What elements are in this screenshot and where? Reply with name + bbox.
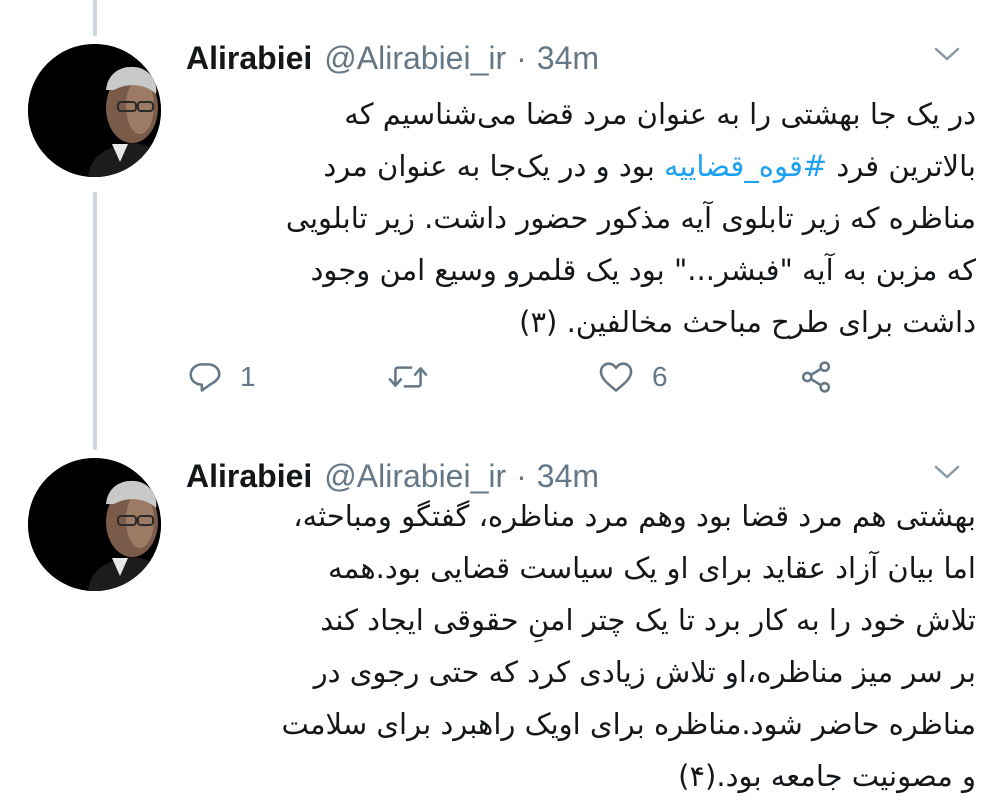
tweet-text-line: که مزبن به آیه "فبشر..." بود یک قلمرو وس… xyxy=(186,244,976,296)
tweet-text-line: و مصونیت جامعه بود.(۴) xyxy=(186,750,976,802)
tweet-text-line: بالاترین فرد #قوه_قضاییه بود و در یک‌جا … xyxy=(186,140,976,192)
share-button[interactable] xyxy=(796,352,852,402)
tweet-text-line: مناظره حاضر شود.مناظره برای اویک راهبرد … xyxy=(186,698,977,750)
tweet-1[interactable]: Alirabiei @Alirabiei_ir · 34m در یک جا ب… xyxy=(0,0,1000,440)
text-segment: اما بیان آزاد عقاید برای او یک سیاست قضا… xyxy=(328,551,976,585)
text-segment: بود و در یک‌جا به عنوان مرد xyxy=(323,149,665,183)
avatar[interactable] xyxy=(28,44,161,177)
like-button[interactable]: 6 xyxy=(596,352,668,402)
text-segment: بالاترین فرد xyxy=(827,149,976,183)
text-segment: بر سر میز مناظره،او تلاش زیادی کرد که حت… xyxy=(313,655,976,689)
tweet-text: در یک جا بهشتی را به عنوان مرد قضا می‌شن… xyxy=(186,88,976,348)
author-name[interactable]: Alirabiei xyxy=(186,38,312,78)
tweet-text-line: در یک جا بهشتی را به عنوان مرد قضا می‌شن… xyxy=(186,88,976,140)
author-handle[interactable]: @Alirabiei_ir xyxy=(324,38,506,78)
timestamp[interactable]: 34m xyxy=(537,38,599,78)
text-segment: مناظره حاضر شود.مناظره برای اویک راهبرد … xyxy=(281,707,977,741)
tweet-text-line: مناظره که زیر تابلوی آیه مذکور حضور داشت… xyxy=(186,192,976,244)
avatar[interactable] xyxy=(28,458,161,591)
person-portrait-icon xyxy=(28,458,161,591)
tweet-actions: 1 6 xyxy=(186,352,886,402)
text-segment: تلاش خود را به کار برد تا یک چتر امنِ حق… xyxy=(320,603,976,637)
hashtag-link[interactable]: #قوه_قضاییه xyxy=(664,149,827,183)
tweet-2[interactable]: Alirabiei @Alirabiei_ir · 34m بهشتی هم م… xyxy=(0,440,1000,812)
text-segment: و مصونیت جامعه بود.(۴) xyxy=(678,759,976,793)
retweet-button[interactable] xyxy=(386,352,446,402)
share-icon xyxy=(801,361,831,393)
tweet-text-line: تلاش خود را به کار برد تا یک چتر امنِ حق… xyxy=(186,594,976,646)
reply-button[interactable]: 1 xyxy=(186,352,256,402)
heart-icon xyxy=(599,362,633,392)
chevron-down-icon[interactable] xyxy=(932,44,962,64)
text-segment: در یک جا بهشتی را به عنوان مرد قضا می‌شن… xyxy=(344,97,976,131)
text-segment: بهشتی هم مرد قضا بود وهم مرد مناظره، گفت… xyxy=(293,499,976,533)
chevron-down-icon[interactable] xyxy=(932,462,962,482)
tweet-text-line: داشت برای طرح مباحث مخالفین. (۳) xyxy=(186,296,976,348)
person-portrait-icon xyxy=(28,44,161,177)
tweet-text-line: بهشتی هم مرد قضا بود وهم مرد مناظره، گفت… xyxy=(186,490,976,542)
like-count: 6 xyxy=(652,361,668,392)
tweet-header: Alirabiei @Alirabiei_ir · 34m xyxy=(186,38,599,78)
separator-dot: · xyxy=(516,40,527,76)
text-segment: مناظره که زیر تابلوی آیه مذکور حضور داشت… xyxy=(285,201,976,235)
reply-icon xyxy=(189,363,221,392)
tweet-text: بهشتی هم مرد قضا بود وهم مرد مناظره، گفت… xyxy=(186,490,977,802)
reply-count: 1 xyxy=(240,361,256,392)
tweet-text-line: بر سر میز مناظره،او تلاش زیادی کرد که حت… xyxy=(186,646,976,698)
text-segment: داشت برای طرح مباحث مخالفین. (۳) xyxy=(519,305,976,339)
text-segment: که مزبن به آیه "فبشر..." بود یک قلمرو وس… xyxy=(310,253,976,287)
retweet-icon xyxy=(388,366,428,388)
tweet-text-line: اما بیان آزاد عقاید برای او یک سیاست قضا… xyxy=(186,542,976,594)
